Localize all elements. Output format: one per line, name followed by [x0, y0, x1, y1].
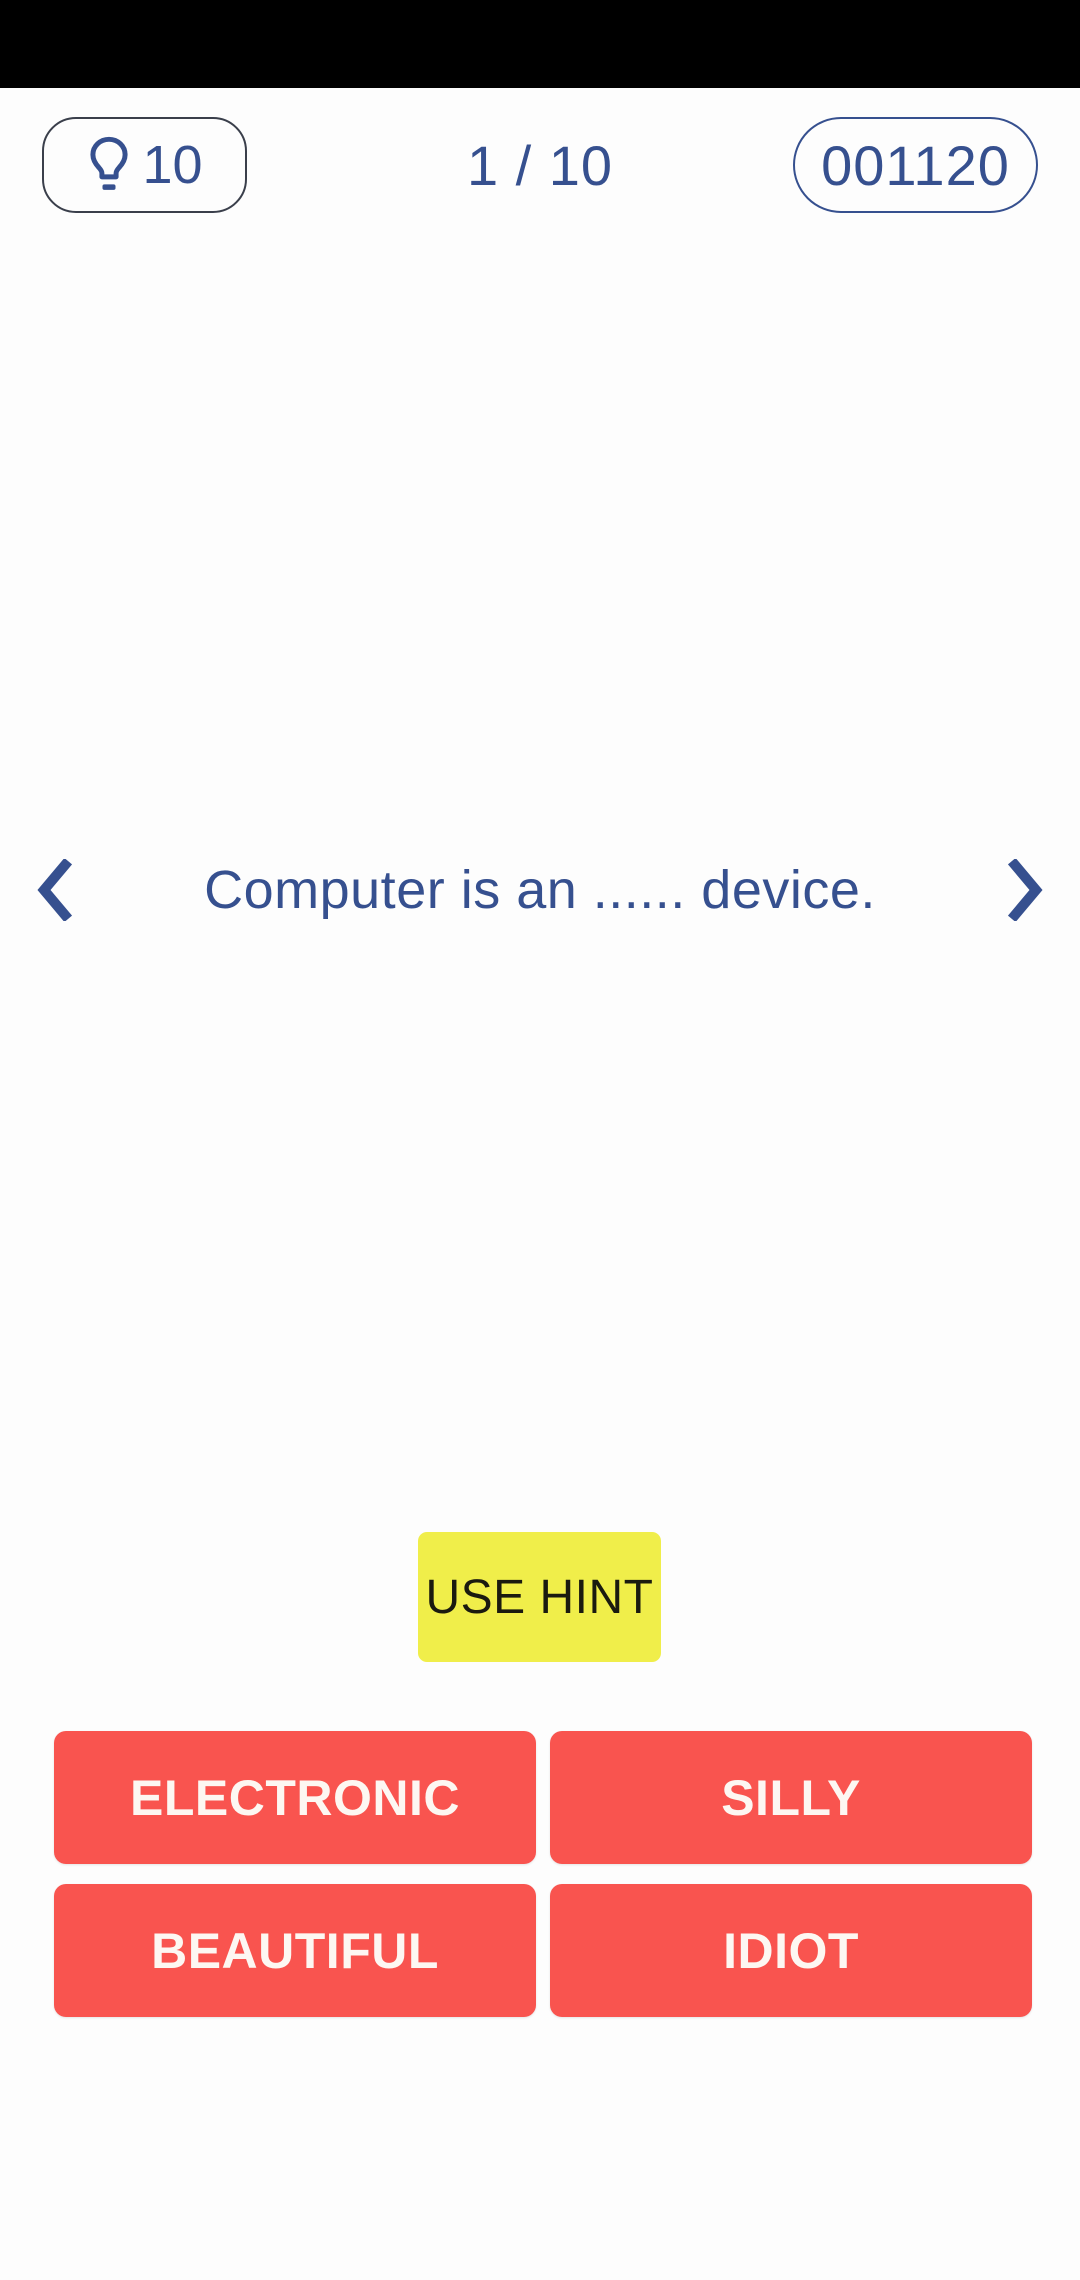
game-hud: 10 1 / 10 001120	[0, 88, 1080, 213]
chevron-left-icon	[34, 859, 76, 921]
use-hint-button[interactable]: USE HINT	[418, 1532, 661, 1662]
answer-option-2[interactable]: SILLY	[550, 1731, 1032, 1864]
answer-option-3[interactable]: BEAUTIFUL	[54, 1884, 536, 2017]
previous-question-button[interactable]	[0, 820, 110, 960]
score-badge: 001120	[793, 117, 1038, 213]
answer-option-4[interactable]: IDIOT	[550, 1884, 1032, 2017]
status-bar	[0, 0, 1080, 88]
answer-option-1[interactable]: ELECTRONIC	[54, 1731, 536, 1864]
next-question-button[interactable]	[970, 820, 1080, 960]
question-row: Computer is an ...... device.	[0, 820, 1080, 960]
answer-options-grid: ELECTRONIC SILLY BEAUTIFUL IDIOT	[54, 1731, 1032, 2017]
quiz-screen: 10 1 / 10 001120 Computer is an ...... d…	[0, 0, 1080, 2280]
question-text: Computer is an ...... device.	[204, 859, 876, 920]
chevron-right-icon	[1004, 859, 1046, 921]
